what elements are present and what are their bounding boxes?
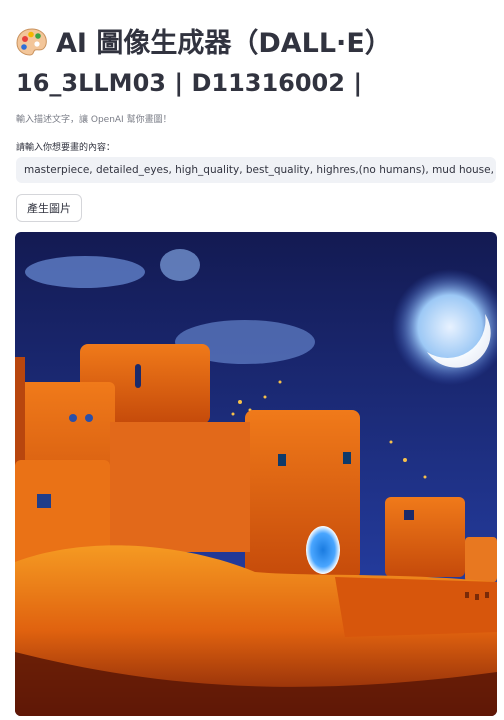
generate-button[interactable]: 產生圖片 — [16, 194, 82, 222]
app-caption: 輸入描述文字，讓 OpenAI 幫你畫圖！ — [16, 115, 172, 125]
mud-house-night-scene — [15, 232, 497, 716]
app-title: AI 圖像生成器（DALL·E） — [56, 28, 392, 59]
app-subtitle: 16_3LLM03 | D11316002 | — [16, 69, 363, 97]
prompt-input[interactable]: masterpiece, detailed_eyes, high_quality… — [16, 157, 496, 183]
artist-palette-icon — [16, 28, 47, 56]
app-title-row: AI 圖像生成器（DALL·E） — [16, 26, 392, 62]
prompt-label: 請輸入你想要畫的內容： — [16, 143, 116, 153]
generated-image — [15, 232, 497, 716]
